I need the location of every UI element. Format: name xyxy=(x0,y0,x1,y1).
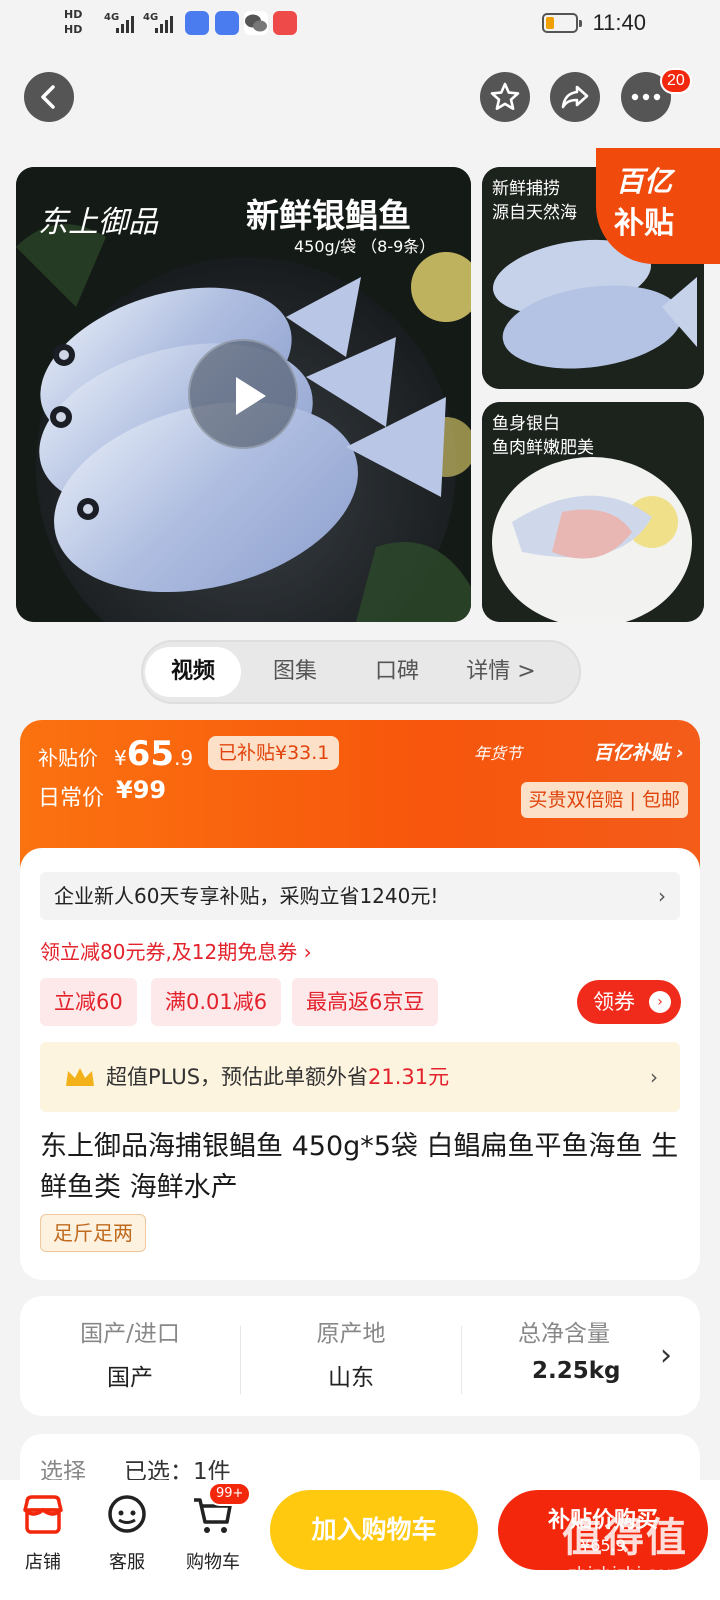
app-notification-icon xyxy=(185,11,209,35)
thumbnail-caption: 新鲜捕捞 源自天然海 xyxy=(492,179,577,223)
service-icon xyxy=(108,1495,146,1533)
spec-summary[interactable]: 国产/进口 国产 原产地 山东 总净含量 2.25kg › xyxy=(20,1296,700,1416)
daily-price-label: 日常价 xyxy=(38,786,105,811)
tab-reviews[interactable]: 口碑 xyxy=(349,647,445,697)
gallery-thumbnail-2[interactable]: 鱼身银白 鱼肉鲜嫩肥美 xyxy=(482,402,704,622)
daily-price: ¥99 xyxy=(116,776,167,804)
spec-item: 总净含量 2.25kg xyxy=(518,1321,621,1384)
subsidy-price-label: 补贴价 xyxy=(38,746,98,770)
signal-icon xyxy=(155,13,177,33)
subsidy-ribbon: 百亿 补贴 xyxy=(596,148,720,264)
customer-service-button[interactable]: 客服 xyxy=(92,1490,162,1573)
enterprise-notice[interactable]: 企业新人60天专享补贴，采购立省1240元! › xyxy=(40,872,680,920)
play-icon[interactable] xyxy=(188,339,298,449)
claim-coupon-button[interactable]: 领券 › xyxy=(577,980,681,1024)
subsidy-program-link[interactable]: 百亿补贴 › xyxy=(594,738,684,765)
add-to-cart-button[interactable]: 加入购物车 xyxy=(270,1490,478,1570)
spec-item: 国产/进口 国产 xyxy=(80,1321,180,1391)
brand-logo: 东上御品 xyxy=(38,205,158,240)
battery-icon xyxy=(542,13,582,33)
chevron-right-icon: › xyxy=(650,1065,658,1089)
image-subtitle: 450g/袋 （8-9条） xyxy=(294,237,436,256)
more-icon xyxy=(631,93,661,101)
store-button[interactable]: 店铺 xyxy=(8,1490,78,1573)
subsidized-amount-tag: 已补贴¥33.1 xyxy=(208,736,340,770)
media-tabs: 视频 图集 口碑 详情 > xyxy=(141,640,581,704)
thumbnail-caption: 鱼身银白 鱼肉鲜嫩肥美 xyxy=(492,414,594,458)
chevron-right-icon: › xyxy=(660,1338,672,1373)
discount-chip[interactable]: 满0.01减6 xyxy=(151,978,282,1026)
hd-indicator: HD HD xyxy=(64,8,83,36)
tab-gallery[interactable]: 图集 xyxy=(247,647,343,697)
divider xyxy=(461,1326,462,1394)
share-button[interactable] xyxy=(550,72,600,122)
festival-label: 年货节 xyxy=(473,744,522,763)
cart-button[interactable]: 购物车 99+ xyxy=(178,1482,252,1573)
chevron-right-icon: › xyxy=(649,991,671,1013)
clock: 11:40 xyxy=(592,10,646,35)
tab-details[interactable]: 详情 > xyxy=(453,647,549,697)
guarantee-tag: 买贵双倍赔 | 包邮 xyxy=(520,782,688,818)
store-icon xyxy=(23,1495,63,1534)
image-title: 新鲜银鲳鱼 xyxy=(246,196,411,235)
wechat-icon xyxy=(244,11,268,35)
star-icon xyxy=(490,82,520,110)
discount-chip[interactable]: 立减60 xyxy=(40,978,137,1026)
watermark-url: zhizhizhi.com xyxy=(568,1564,683,1584)
main-product-video[interactable]: 东上御品 新鲜银鲳鱼 450g/袋 （8-9条） xyxy=(16,167,471,622)
favorite-button[interactable] xyxy=(480,72,530,122)
back-icon xyxy=(41,85,55,109)
share-icon xyxy=(561,85,589,109)
subsidy-price: ¥65.9 xyxy=(114,734,194,774)
signal-icon xyxy=(116,13,138,33)
status-bar: HD HD 4G 4G 11:40 xyxy=(0,0,720,50)
coupon-offer-link[interactable]: 领立减80元券,及12期免息券 › xyxy=(40,936,312,965)
cart-count-badge: 99+ xyxy=(208,1482,252,1506)
product-tag: 足斤足两 xyxy=(40,1214,146,1252)
product-info-card: 企业新人60天专享补贴，采购立省1240元! › 领立减80元券,及12期免息券… xyxy=(20,848,700,1280)
notification-badge: 20 xyxy=(660,68,692,94)
discount-chip[interactable]: 最高返6京豆 xyxy=(292,978,439,1026)
app-notification-icon xyxy=(215,11,239,35)
back-button[interactable] xyxy=(24,72,74,122)
spec-item: 原产地 山东 xyxy=(316,1321,386,1391)
plus-savings-bar[interactable]: 超值PLUS，预估此单额外省21.31元 › xyxy=(40,1042,680,1112)
watermark: 值得值 xyxy=(562,1515,688,1561)
product-title: 东上御品海捕银鲳鱼 450g*5袋 白鲳扁鱼平鱼海鱼 生鲜鱼类 海鲜水产 xyxy=(40,1131,679,1203)
app-notification-icon xyxy=(273,11,297,35)
chevron-right-icon: › xyxy=(658,884,666,908)
tab-video[interactable]: 视频 xyxy=(145,647,241,697)
crown-icon xyxy=(66,1068,94,1086)
